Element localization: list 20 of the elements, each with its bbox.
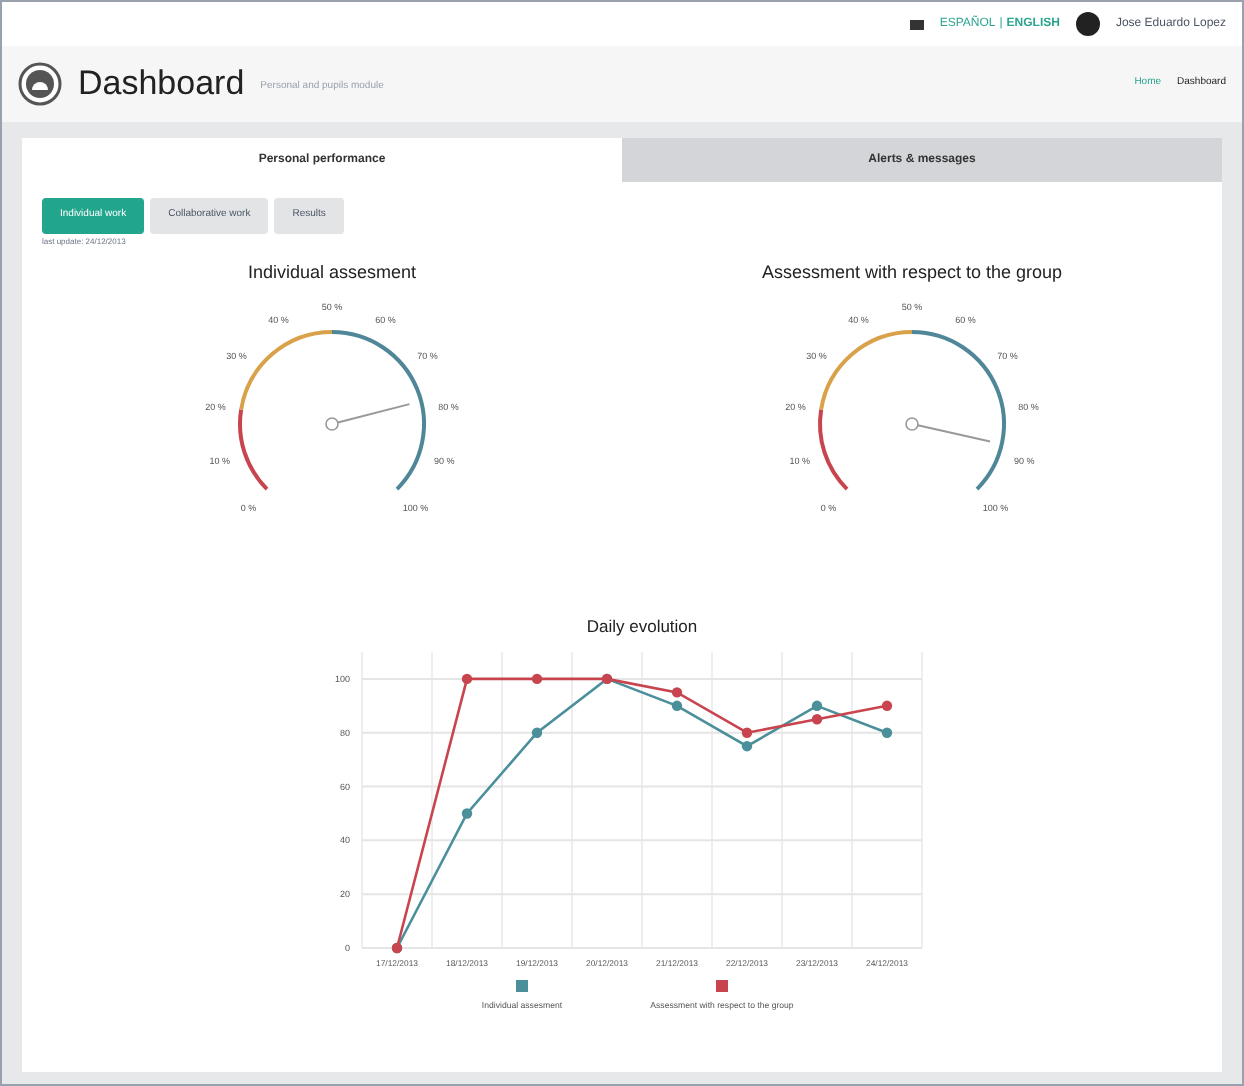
point bbox=[461, 807, 473, 818]
page-title: Dashboard bbox=[78, 62, 245, 107]
point bbox=[741, 726, 753, 737]
point bbox=[671, 699, 683, 711]
gauge-title: Assessment with respect to the group bbox=[761, 260, 1063, 286]
gauge-title: Individual assesment bbox=[247, 260, 417, 286]
avatar-icon bbox=[1075, 12, 1100, 36]
point bbox=[811, 713, 823, 724]
point bbox=[671, 686, 683, 697]
point bbox=[881, 699, 893, 711]
chart-title: Daily evolution bbox=[586, 615, 698, 635]
gauge-needle bbox=[905, 416, 992, 442]
point bbox=[461, 672, 473, 684]
point bbox=[531, 726, 543, 737]
gauge-needle bbox=[325, 402, 411, 430]
point bbox=[531, 672, 543, 684]
point bbox=[881, 726, 893, 737]
point bbox=[811, 699, 823, 711]
flag-icon bbox=[909, 19, 924, 29]
dashboard-icon bbox=[18, 62, 62, 106]
